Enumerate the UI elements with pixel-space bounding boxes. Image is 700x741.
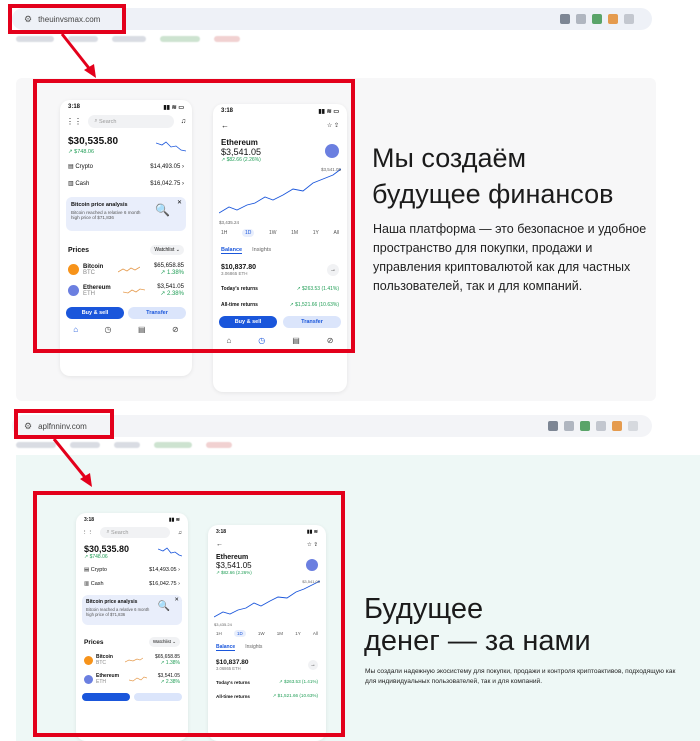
arrow-bottom xyxy=(52,438,92,487)
bottom-browser-window: ⚙ aplfnninv.com 3:18 ▮▮ ≋ ⋮⋮ ⌕ Search ♫ $… xyxy=(0,405,700,741)
arrow-top xyxy=(60,33,96,78)
top-browser-window: ⚙ theuinvsmax.com 3:18 ▮▮ ≋ ▭ ⋮⋮ ⌕ Search… xyxy=(0,0,700,405)
